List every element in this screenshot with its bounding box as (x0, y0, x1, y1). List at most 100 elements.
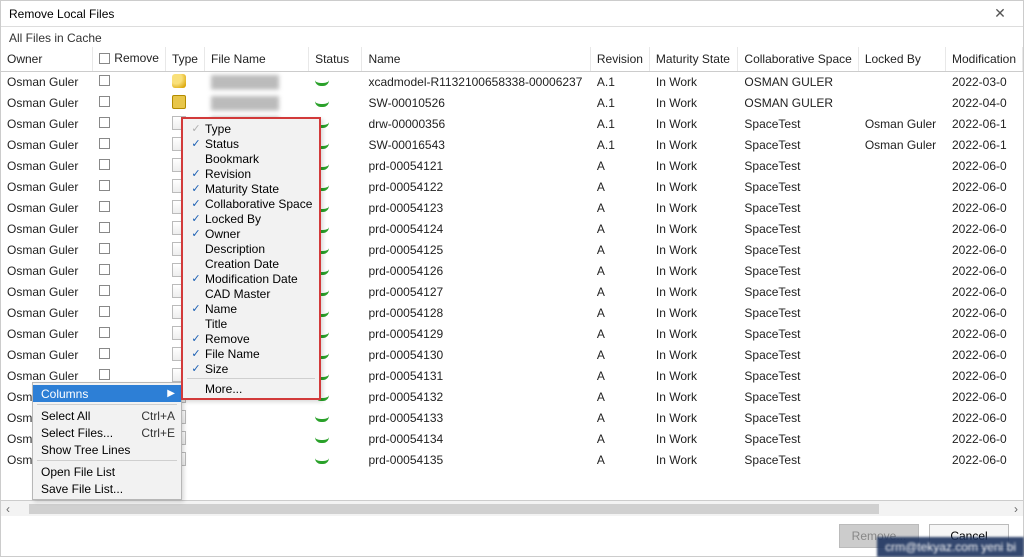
cell-maturity: In Work (649, 366, 737, 387)
table-row[interactable]: Osman GulerSW-00016543A.1In WorkSpaceTes… (1, 135, 1023, 156)
scroll-right-icon[interactable]: › (1009, 502, 1023, 516)
menu-columns[interactable]: Columns ▶ (33, 385, 181, 402)
table-row[interactable]: Osman Gulerprd-00054129AIn WorkSpaceTest… (1, 324, 1023, 345)
menu-show-tree-lines[interactable]: Show Tree Lines (33, 441, 181, 458)
table-row[interactable]: Osman Gulerprd-00054125AIn WorkSpaceTest… (1, 240, 1023, 261)
cell-remove[interactable] (93, 135, 166, 156)
menu-select-files[interactable]: Select Files... Ctrl+E (33, 424, 181, 441)
row-checkbox[interactable] (99, 327, 110, 338)
col-name[interactable]: Name (362, 47, 590, 71)
cell-remove[interactable] (93, 93, 166, 114)
cell-revision: A (590, 408, 649, 429)
row-checkbox[interactable] (99, 201, 110, 212)
cell-remove[interactable] (93, 156, 166, 177)
col-status[interactable]: Status (309, 47, 362, 71)
cell-remove[interactable] (93, 261, 166, 282)
table-row[interactable]: Osman Gulerprd-00054123AIn WorkSpaceTest… (1, 198, 1023, 219)
col-remove[interactable]: Remove (93, 47, 166, 71)
table-row[interactable]: Osman Gulerprd-00054127AIn WorkSpaceTest… (1, 282, 1023, 303)
cell-moddate: 2022-06-0 (945, 366, 1022, 387)
submenu-item[interactable]: Collaborative Space (183, 196, 319, 211)
col-type[interactable]: Type (165, 47, 204, 71)
menu-save-file-list[interactable]: Save File List... (33, 480, 181, 497)
cell-remove[interactable] (93, 219, 166, 240)
row-checkbox[interactable] (99, 264, 110, 275)
submenu-item[interactable]: Owner (183, 226, 319, 241)
cell-remove[interactable] (93, 114, 166, 135)
table-row[interactable]: Osman Guler████████xcadmodel-R1132100658… (1, 71, 1023, 93)
cell-locked (858, 261, 945, 282)
row-checkbox[interactable] (99, 117, 110, 128)
col-filename[interactable]: File Name (204, 47, 308, 71)
table-row[interactable]: Osman Guler████████drw-00000356A.1In Wor… (1, 114, 1023, 135)
remove-header-checkbox[interactable] (99, 53, 110, 64)
submenu-item[interactable]: Modification Date (183, 271, 319, 286)
table-row[interactable]: Osman Guler████████SW-00010526A.1In Work… (1, 93, 1023, 114)
cell-remove[interactable] (93, 345, 166, 366)
cell-revision: A (590, 366, 649, 387)
cell-remove[interactable] (93, 324, 166, 345)
cell-remove[interactable] (93, 71, 166, 93)
cell-maturity: In Work (649, 219, 737, 240)
table-row[interactable]: Osman Gulerprd-00054126AIn WorkSpaceTest… (1, 261, 1023, 282)
row-checkbox[interactable] (99, 222, 110, 233)
row-checkbox[interactable] (99, 96, 110, 107)
table-row[interactable]: Osman Gulerprd-00054122AIn WorkSpaceTest… (1, 177, 1023, 198)
row-checkbox[interactable] (99, 180, 110, 191)
scrollbar-thumb[interactable] (29, 504, 879, 514)
col-collab[interactable]: Collaborative Space (738, 47, 858, 71)
col-owner[interactable]: Owner (1, 47, 93, 71)
submenu-item[interactable]: Type (183, 121, 319, 136)
cell-moddate: 2022-06-0 (945, 282, 1022, 303)
row-checkbox[interactable] (99, 159, 110, 170)
table-row[interactable]: Osman Gulerprd-00054121AIn WorkSpaceTest… (1, 156, 1023, 177)
table-row[interactable]: Osman Gulerprd-00054128AIn WorkSpaceTest… (1, 303, 1023, 324)
cell-remove[interactable] (93, 240, 166, 261)
row-checkbox[interactable] (99, 285, 110, 296)
col-maturity[interactable]: Maturity State (649, 47, 737, 71)
submenu-item[interactable]: Name (183, 301, 319, 316)
submenu-item[interactable]: Creation Date (183, 256, 319, 271)
row-checkbox[interactable] (99, 138, 110, 149)
cell-maturity: In Work (649, 324, 737, 345)
submenu-item[interactable]: Maturity State (183, 181, 319, 196)
submenu-item[interactable]: Bookmark (183, 151, 319, 166)
scrollbar-track[interactable] (29, 504, 995, 514)
columns-submenu[interactable]: TypeStatusBookmarkRevisionMaturity State… (181, 117, 321, 400)
row-checkbox[interactable] (99, 243, 110, 254)
col-moddate[interactable]: Modification (945, 47, 1022, 71)
table-row[interactable]: Osman Gulerprd-00054124AIn WorkSpaceTest… (1, 219, 1023, 240)
table-row[interactable]: Osman Gulerprd-00054130AIn WorkSpaceTest… (1, 345, 1023, 366)
cell-locked (858, 429, 945, 450)
close-icon[interactable]: ✕ (985, 5, 1015, 22)
row-checkbox[interactable] (99, 348, 110, 359)
row-checkbox[interactable] (99, 75, 110, 86)
submenu-item[interactable]: Title (183, 316, 319, 331)
submenu-item[interactable]: Status (183, 136, 319, 151)
cell-collab: SpaceTest (738, 261, 858, 282)
menu-open-file-list[interactable]: Open File List (33, 463, 181, 480)
check-icon (187, 197, 205, 210)
submenu-more[interactable]: More... (183, 381, 319, 396)
cell-remove[interactable] (93, 282, 166, 303)
submenu-item[interactable]: CAD Master (183, 286, 319, 301)
row-checkbox[interactable] (99, 369, 110, 380)
submenu-item[interactable]: Revision (183, 166, 319, 181)
submenu-item[interactable]: Locked By (183, 211, 319, 226)
menu-select-all[interactable]: Select All Ctrl+A (33, 407, 181, 424)
col-locked[interactable]: Locked By (858, 47, 945, 71)
cell-remove[interactable] (93, 198, 166, 219)
scroll-left-icon[interactable]: ‹ (1, 502, 15, 516)
cell-remove[interactable] (93, 177, 166, 198)
cell-remove[interactable] (93, 303, 166, 324)
submenu-item[interactable]: File Name (183, 346, 319, 361)
submenu-item[interactable]: Description (183, 241, 319, 256)
context-menu[interactable]: Columns ▶ Select All Ctrl+A Select Files… (32, 382, 182, 500)
col-revision[interactable]: Revision (590, 47, 649, 71)
submenu-item[interactable]: Size (183, 361, 319, 376)
submenu-label: CAD Master (205, 287, 270, 301)
submenu-item[interactable]: Remove (183, 331, 319, 346)
cell-locked (858, 71, 945, 93)
row-checkbox[interactable] (99, 306, 110, 317)
horizontal-scrollbar[interactable]: ‹ › (1, 500, 1023, 516)
